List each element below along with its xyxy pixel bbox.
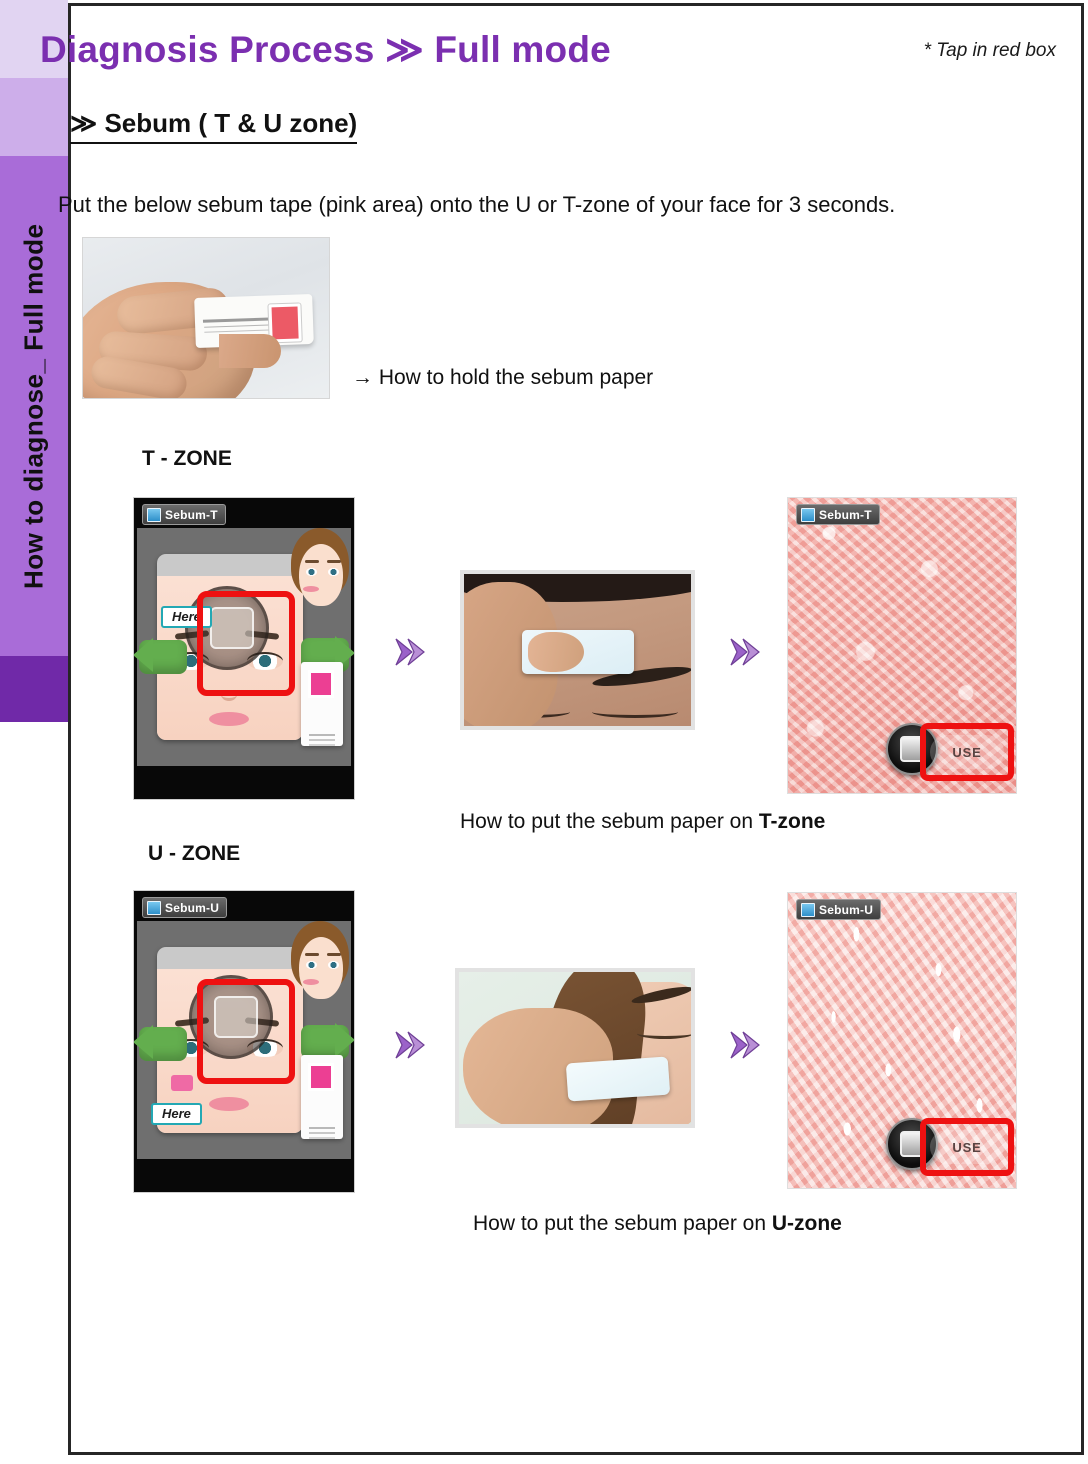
u-caption-prefix: How to put the sebum paper on — [473, 1212, 772, 1235]
tape-print-lines — [309, 734, 335, 736]
thumb-shape — [219, 334, 281, 368]
sebum-tape-on-cheek — [565, 1056, 671, 1102]
app-icon — [801, 902, 815, 917]
app-badge-label: Sebum-U — [819, 902, 874, 917]
u-caption-strong: U-zone — [771, 1212, 842, 1235]
tape-print-lines — [309, 1127, 335, 1129]
hold-sebum-paper-photo — [82, 237, 330, 399]
lips — [209, 712, 249, 726]
green-chevron-left-icon — [134, 1025, 153, 1059]
header: Diagnosis Process ≫ Full mode * Tap in r… — [40, 28, 1068, 84]
sidebar-label: How to diagnose_ Full mode — [18, 223, 49, 589]
tap-target-red-box-use-u[interactable] — [920, 1118, 1014, 1176]
illustration-eye-left — [306, 568, 317, 576]
sebum-tape-thumbnail — [301, 662, 343, 746]
eyelash-right — [592, 706, 678, 718]
u-zone-app-screenshot[interactable]: Here Sebum-U — [133, 890, 355, 1193]
u-zone-result-screenshot[interactable]: Sebum-U USE — [787, 892, 1017, 1189]
page-title: Diagnosis Process ≫ Full mode — [40, 29, 611, 70]
illustration-eye-right — [328, 961, 339, 969]
u-zone-label: U - ZONE — [148, 842, 241, 865]
app-icon — [147, 507, 161, 522]
tap-target-red-box-u[interactable] — [197, 979, 295, 1084]
step-chevron-icon — [730, 1031, 760, 1059]
t-caption-strong: T-zone — [758, 810, 826, 833]
illustration-brow-right — [327, 953, 341, 956]
tape-pink-area — [308, 1063, 334, 1091]
intro-instruction-text: Put the below sebum tape (pink area) ont… — [58, 192, 896, 217]
illustration-eye-right — [328, 568, 339, 576]
app-badge-label: Sebum-T — [819, 507, 872, 522]
illustration-eye-left — [306, 961, 317, 969]
hold-photo-caption: → How to hold the sebum paper — [352, 366, 654, 389]
app-icon — [147, 900, 161, 915]
tap-in-red-box-note: * Tap in red box — [923, 40, 1056, 61]
t-zone-application-photo — [460, 570, 695, 730]
app-badge-u: Sebum-U — [142, 897, 228, 918]
step-chevron-icon — [395, 1031, 425, 1059]
tape-pink-area — [308, 670, 334, 698]
illustration-brow-left — [305, 953, 319, 956]
illustration-brow-left — [305, 560, 319, 563]
thumb — [528, 632, 584, 672]
t-zone-app-screenshot[interactable]: Here Sebum-T — [133, 497, 355, 800]
app-badge-result-t: Sebum-T — [796, 504, 880, 525]
u-zone-application-photo — [455, 968, 695, 1128]
t-zone-result-screenshot[interactable]: Sebum-T USE — [787, 497, 1017, 794]
t-zone-label: T - ZONE — [142, 447, 232, 470]
app-badge-label: Sebum-T — [165, 507, 218, 522]
illustration-mouth — [303, 586, 319, 592]
u-zone-pink-marker — [171, 1075, 193, 1091]
app-badge-result-u: Sebum-U — [796, 899, 882, 920]
t-caption-prefix: How to put the sebum paper on — [460, 810, 759, 833]
sidebar-band-4 — [0, 656, 68, 722]
lips — [209, 1097, 249, 1111]
step-chevron-icon — [730, 638, 760, 666]
step-chevron-icon — [395, 638, 425, 666]
sidebar-vertical-tab: How to diagnose_ Full mode — [0, 0, 68, 722]
section-heading: ≫ Sebum ( T & U zone) — [70, 108, 358, 144]
illustration-brow-right — [327, 560, 341, 563]
app-icon — [801, 507, 815, 522]
app-badge-t: Sebum-T — [142, 504, 226, 525]
tap-target-red-box-use-t[interactable] — [920, 723, 1014, 781]
sidebar-band-2 — [0, 78, 68, 156]
illustration-mouth — [303, 979, 319, 985]
green-chevron-right-icon — [335, 1023, 354, 1057]
t-zone-row-caption: How to put the sebum paper on T-zone — [460, 810, 825, 834]
here-tag-u: Here — [151, 1103, 202, 1125]
card-print-lines — [202, 317, 277, 323]
green-chevron-left-icon — [134, 638, 153, 672]
app-badge-label: Sebum-U — [165, 900, 220, 915]
u-zone-row-caption: How to put the sebum paper on U-zone — [473, 1212, 842, 1236]
tap-target-red-box-t[interactable] — [197, 591, 295, 696]
eyelash — [637, 1028, 691, 1039]
sebum-tape-thumbnail — [301, 1055, 343, 1139]
